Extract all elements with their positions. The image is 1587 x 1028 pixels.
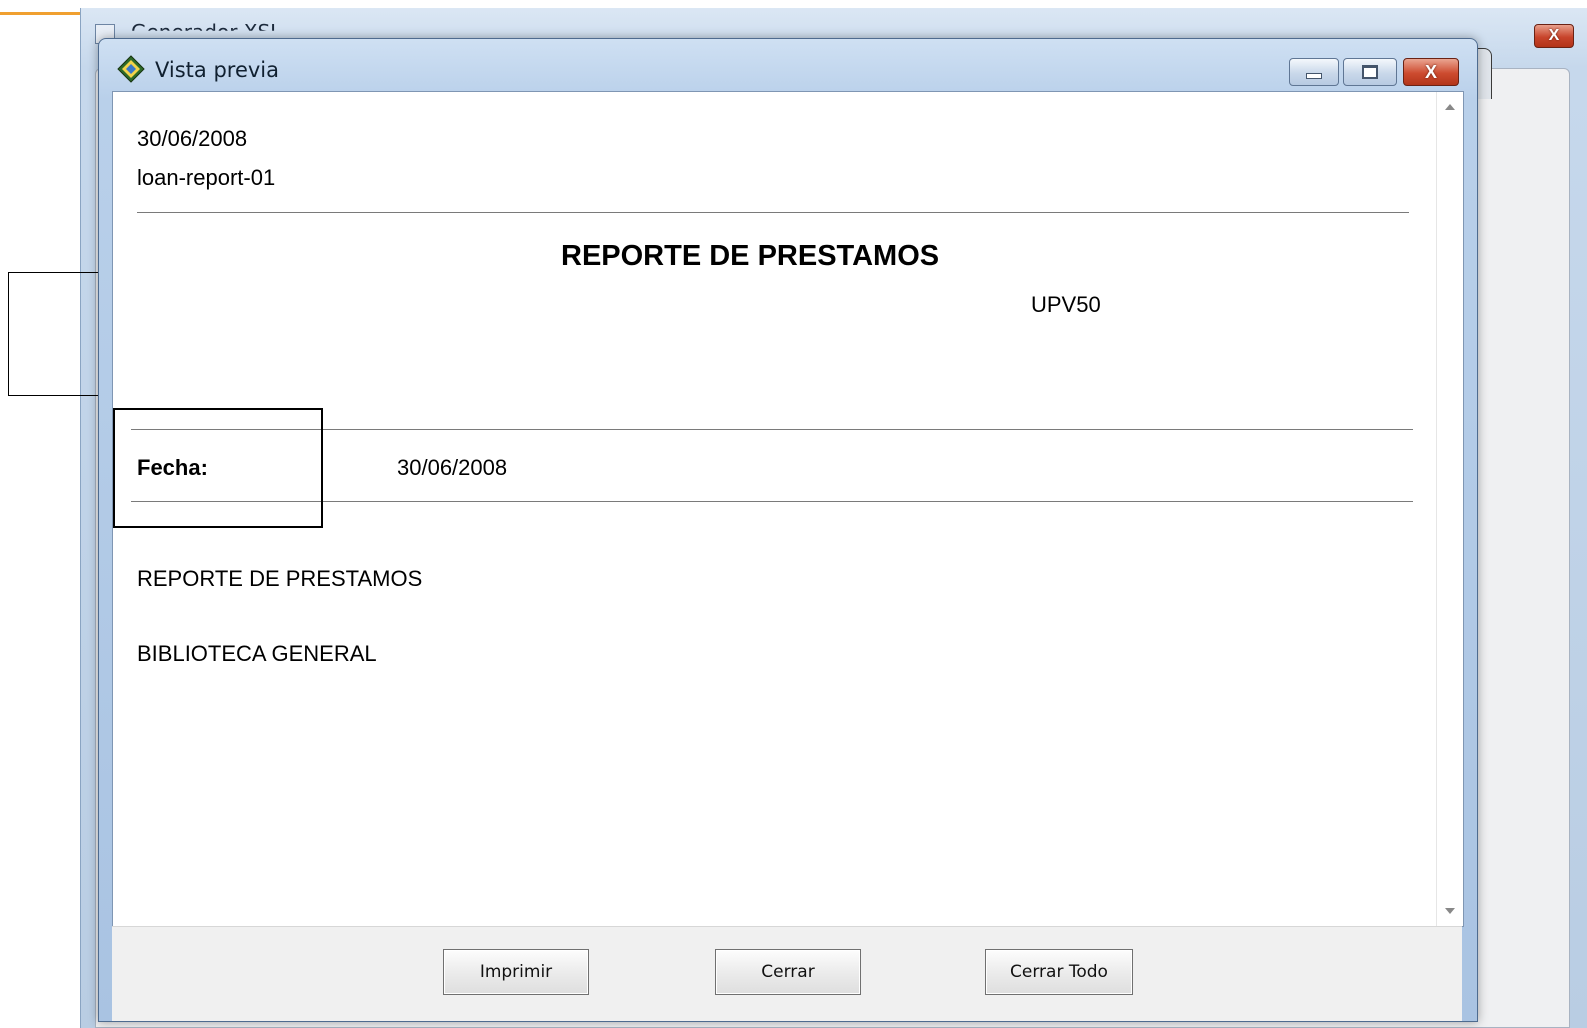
close-dialog-button[interactable]: Cerrar bbox=[715, 949, 861, 995]
report-heading: REPORTE DE PRESTAMOS bbox=[561, 240, 940, 272]
dialog-title: Vista previa bbox=[155, 58, 280, 82]
print-button[interactable]: Imprimir bbox=[443, 949, 589, 995]
preview-dialog: Vista previa X 30/06/2008 loan-report-01… bbox=[98, 38, 1478, 1022]
vertical-scrollbar[interactable] bbox=[1436, 92, 1463, 926]
maximize-icon bbox=[1362, 65, 1378, 79]
report-line-1: REPORTE DE PRESTAMOS bbox=[137, 566, 423, 591]
close-button[interactable]: X bbox=[1403, 58, 1459, 86]
close-icon: X bbox=[1424, 61, 1437, 82]
minimize-icon bbox=[1306, 73, 1322, 79]
maximize-button[interactable] bbox=[1343, 58, 1397, 86]
report-line-2: BIBLIOTECA GENERAL bbox=[137, 641, 377, 666]
divider bbox=[131, 501, 1413, 502]
minimize-button[interactable] bbox=[1289, 58, 1339, 86]
scroll-up-icon[interactable] bbox=[1445, 104, 1455, 110]
annotation-box-left bbox=[8, 272, 103, 396]
divider bbox=[131, 429, 1413, 430]
close-icon: X bbox=[1548, 27, 1560, 44]
divider bbox=[137, 212, 1409, 213]
report-id: loan-report-01 bbox=[137, 165, 276, 190]
scroll-down-icon[interactable] bbox=[1445, 908, 1455, 914]
institution-code: UPV50 bbox=[1031, 292, 1101, 317]
close-all-button[interactable]: Cerrar Todo bbox=[985, 949, 1133, 995]
fecha-value: 30/06/2008 bbox=[397, 455, 508, 480]
dialog-button-bar: Imprimir Cerrar Cerrar Todo bbox=[112, 926, 1462, 1021]
slide-accent-line bbox=[0, 12, 80, 15]
diamond-app-icon bbox=[117, 55, 145, 83]
report-date: 30/06/2008 bbox=[137, 126, 248, 151]
annotation-highlight-box bbox=[113, 408, 323, 528]
parent-close-button[interactable]: X bbox=[1534, 24, 1574, 48]
